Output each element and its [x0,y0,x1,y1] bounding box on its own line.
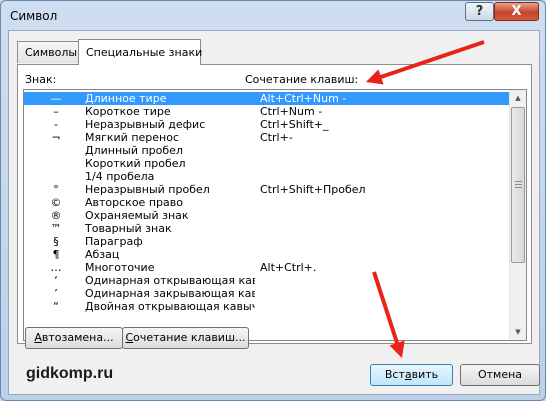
list-item[interactable]: Длинный пробел [24,144,509,157]
window-title: Символ [10,9,58,23]
list-item-name: Авторское право [85,196,183,209]
list-item-name: Многоточие [85,261,155,274]
scroll-thumb[interactable] [511,107,525,263]
list-item[interactable]: - Неразрывный дефис Ctrl+Shift+_ [24,118,509,131]
list-item-symbol: … [50,261,62,274]
list-item-name: Неразрывный пробел [85,183,210,196]
autocorrect-hotkey: А [34,331,42,344]
list-item-symbol: — [50,92,62,105]
list-item[interactable]: ¬ Мягкий перенос Ctrl+- [24,131,509,144]
insert-button[interactable]: Вставить [370,364,453,386]
list-item-name: Двойная открывающая кавычка [85,300,255,313]
title-bar[interactable]: Символ ? X [1,1,545,31]
scroll-down-arrow-icon[interactable]: ▼ [510,324,526,340]
shortcut-label: очетание клавиш... [133,331,246,344]
insert-label-pre: Вст [384,368,405,381]
autocorrect-label: втозамена... [41,331,114,344]
list-item-symbol: § [53,235,59,248]
list-item-name: Абзац [85,248,120,261]
list-item[interactable]: © Авторское право [24,196,509,209]
close-button[interactable]: X [494,2,539,21]
list-item-symbol: – [53,105,59,118]
list-item-name: Охраняемый знак [85,209,189,222]
list-item-shortcut: Alt+Ctrl+. [260,261,317,274]
help-button[interactable]: ? [465,2,494,21]
list-item-name: Одинарная закрывающая кавыч... [85,287,255,300]
scroll-up-arrow-icon[interactable]: ▲ [510,90,526,106]
grip-line [515,184,522,185]
site-watermark: gidkomp.ru [26,365,114,382]
insert-label-rest: вить [411,368,439,381]
list-item-symbol: ¬ [51,131,61,144]
list-item-symbol: - [54,118,58,131]
list-item[interactable]: ‘ Одинарная открывающая кавыч... [24,274,509,287]
list-item-symbol: ® [50,209,62,222]
list-item-name: Короткое тире [85,105,171,118]
close-icon: X [511,4,522,19]
list-item-name: Товарный знак [85,222,172,235]
list-item-name: Длинный пробел [85,144,183,157]
tab-special-chars[interactable]: Специальные знаки [78,39,202,65]
insert-hotkey: а [404,368,412,381]
list-item-symbol: ° [53,183,59,196]
list-item-symbol: “ [53,300,59,313]
list-item-symbol: ’ [54,287,58,300]
list-item-shortcut: Ctrl+Shift+_ [260,118,329,131]
vertical-scrollbar[interactable]: ▲ ▼ [509,90,526,340]
list-item-shortcut: Ctrl+- [260,131,293,144]
special-chars-panel: Знак: Сочетание клавиш: — Длинное тире Alt… [17,64,532,344]
list-item-shortcut: Alt+Ctrl+Num - [260,92,347,105]
shortcut-key-button[interactable]: Сочетание клавиш... [122,327,249,349]
list-item[interactable]: “ Двойная открывающая кавычка [24,300,509,313]
list-item-shortcut: Ctrl+Num - [260,105,323,118]
tab-symbols[interactable]: Символы [17,41,79,63]
autocorrect-button[interactable]: Автозамена... [25,327,123,349]
list-item[interactable]: Короткий пробел [24,157,509,170]
list-item-shortcut: Ctrl+Shift+Пробел [260,183,366,196]
list-item[interactable]: … Многоточие Alt+Ctrl+. [24,261,509,274]
column-header-sign: Знак: [25,73,57,86]
list-item[interactable]: ™ Товарный знак [24,222,509,235]
list-item-name: Неразрывный дефис [85,118,206,131]
list-item[interactable]: ’ Одинарная закрывающая кавыч... [24,287,509,300]
dialog-body: Символы Специальные знаки Знак: Сочетани… [8,30,540,395]
list-item-symbol: © [50,196,62,209]
list-item-name: Параграф [85,235,143,248]
list-item[interactable]: 1/4 пробела [24,170,509,183]
list-item[interactable]: ° Неразрывный пробел Ctrl+Shift+Пробел [24,183,509,196]
grip-line [515,187,522,188]
special-chars-list[interactable]: — Длинное тире Alt+Ctrl+Num - – Короткое тир… [23,89,527,341]
column-header-shortcut: Сочетание клавиш: [245,73,359,86]
list-item-name: Одинарная открывающая кавыч... [85,274,255,287]
list-item-symbol: ™ [50,222,62,235]
list-item[interactable]: – Короткое тире Ctrl+Num - [24,105,509,118]
list-item-symbol: ¶ [52,248,60,261]
list-item-name: Мягкий перенос [85,131,180,144]
list-item[interactable]: — Длинное тире Alt+Ctrl+Num - [24,92,509,105]
list-item[interactable]: ® Охраняемый знак [24,209,509,222]
list-item-name: Короткий пробел [85,157,186,170]
shortcut-hotkey: С [125,331,134,344]
help-icon: ? [475,4,484,19]
grip-line [515,181,522,182]
list-item-name: Длинное тире [85,92,167,105]
list-item[interactable]: § Параграф [24,235,509,248]
list-item-name: 1/4 пробела [85,170,155,183]
symbol-dialog: Символ ? X Символы Специальные знаки Зна… [0,0,546,401]
cancel-button[interactable]: Отмена [460,364,540,386]
list-item[interactable]: ¶ Абзац [24,248,509,261]
list-item-symbol: ‘ [54,274,58,287]
